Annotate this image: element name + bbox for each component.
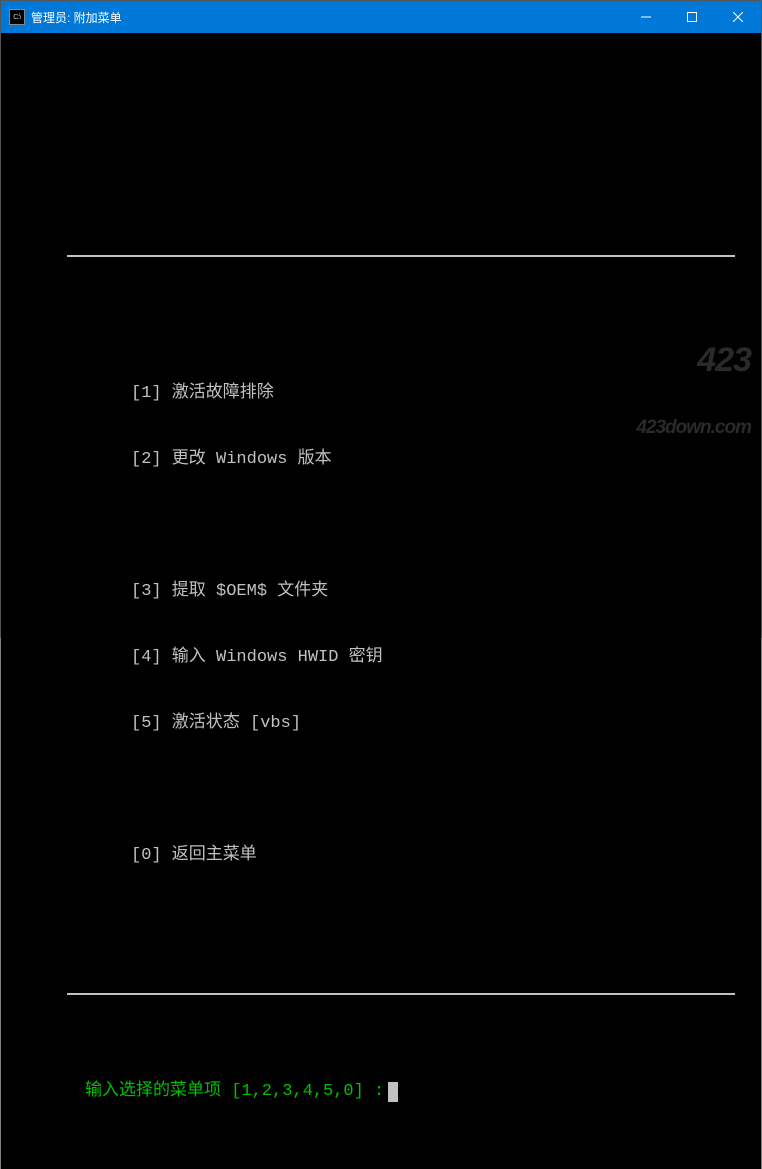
close-button[interactable] [715,1,761,33]
cursor[interactable] [388,1082,398,1102]
menu-item-1: [1] 激活故障排除 [131,383,761,405]
close-icon [733,12,743,22]
window-title: 管理员: 附加菜单 [31,9,122,26]
menu-item-4: [4] 输入 Windows HWID 密钥 [131,647,761,669]
separator-bottom [67,993,735,995]
window-icon: C:\ [9,9,25,25]
window-icon-text: C:\ [13,14,20,21]
titlebar[interactable]: C:\ 管理员: 附加菜单 [1,1,761,33]
menu-block: [1] 激活故障排除 [2] 更改 Windows 版本 [3] 提取 $OEM… [131,339,761,911]
prompt-row: 输入选择的菜单项 [1,2,3,4,5,0] : [85,1081,761,1103]
menu-gap [131,779,761,801]
maximize-icon [687,12,697,22]
minimize-icon [641,12,651,22]
console-client-area[interactable]: 423 423down.com [1] 激活故障排除 [2] 更改 Window… [1,33,761,1169]
menu-item-2: [2] 更改 Windows 版本 [131,449,761,471]
menu-item-0: [0] 返回主菜单 [131,845,761,867]
separator-top [67,255,735,257]
maximize-button[interactable] [669,1,715,33]
menu-item-5: [5] 激活状态 [vbs] [131,713,761,735]
menu-gap [131,515,761,537]
console-window: C:\ 管理员: 附加菜单 423 423down.com [1] 激活故障排除… [0,0,762,638]
minimize-button[interactable] [623,1,669,33]
prompt-text: 输入选择的菜单项 [1,2,3,4,5,0] : [85,1081,384,1103]
menu-item-3: [3] 提取 $OEM$ 文件夹 [131,581,761,603]
